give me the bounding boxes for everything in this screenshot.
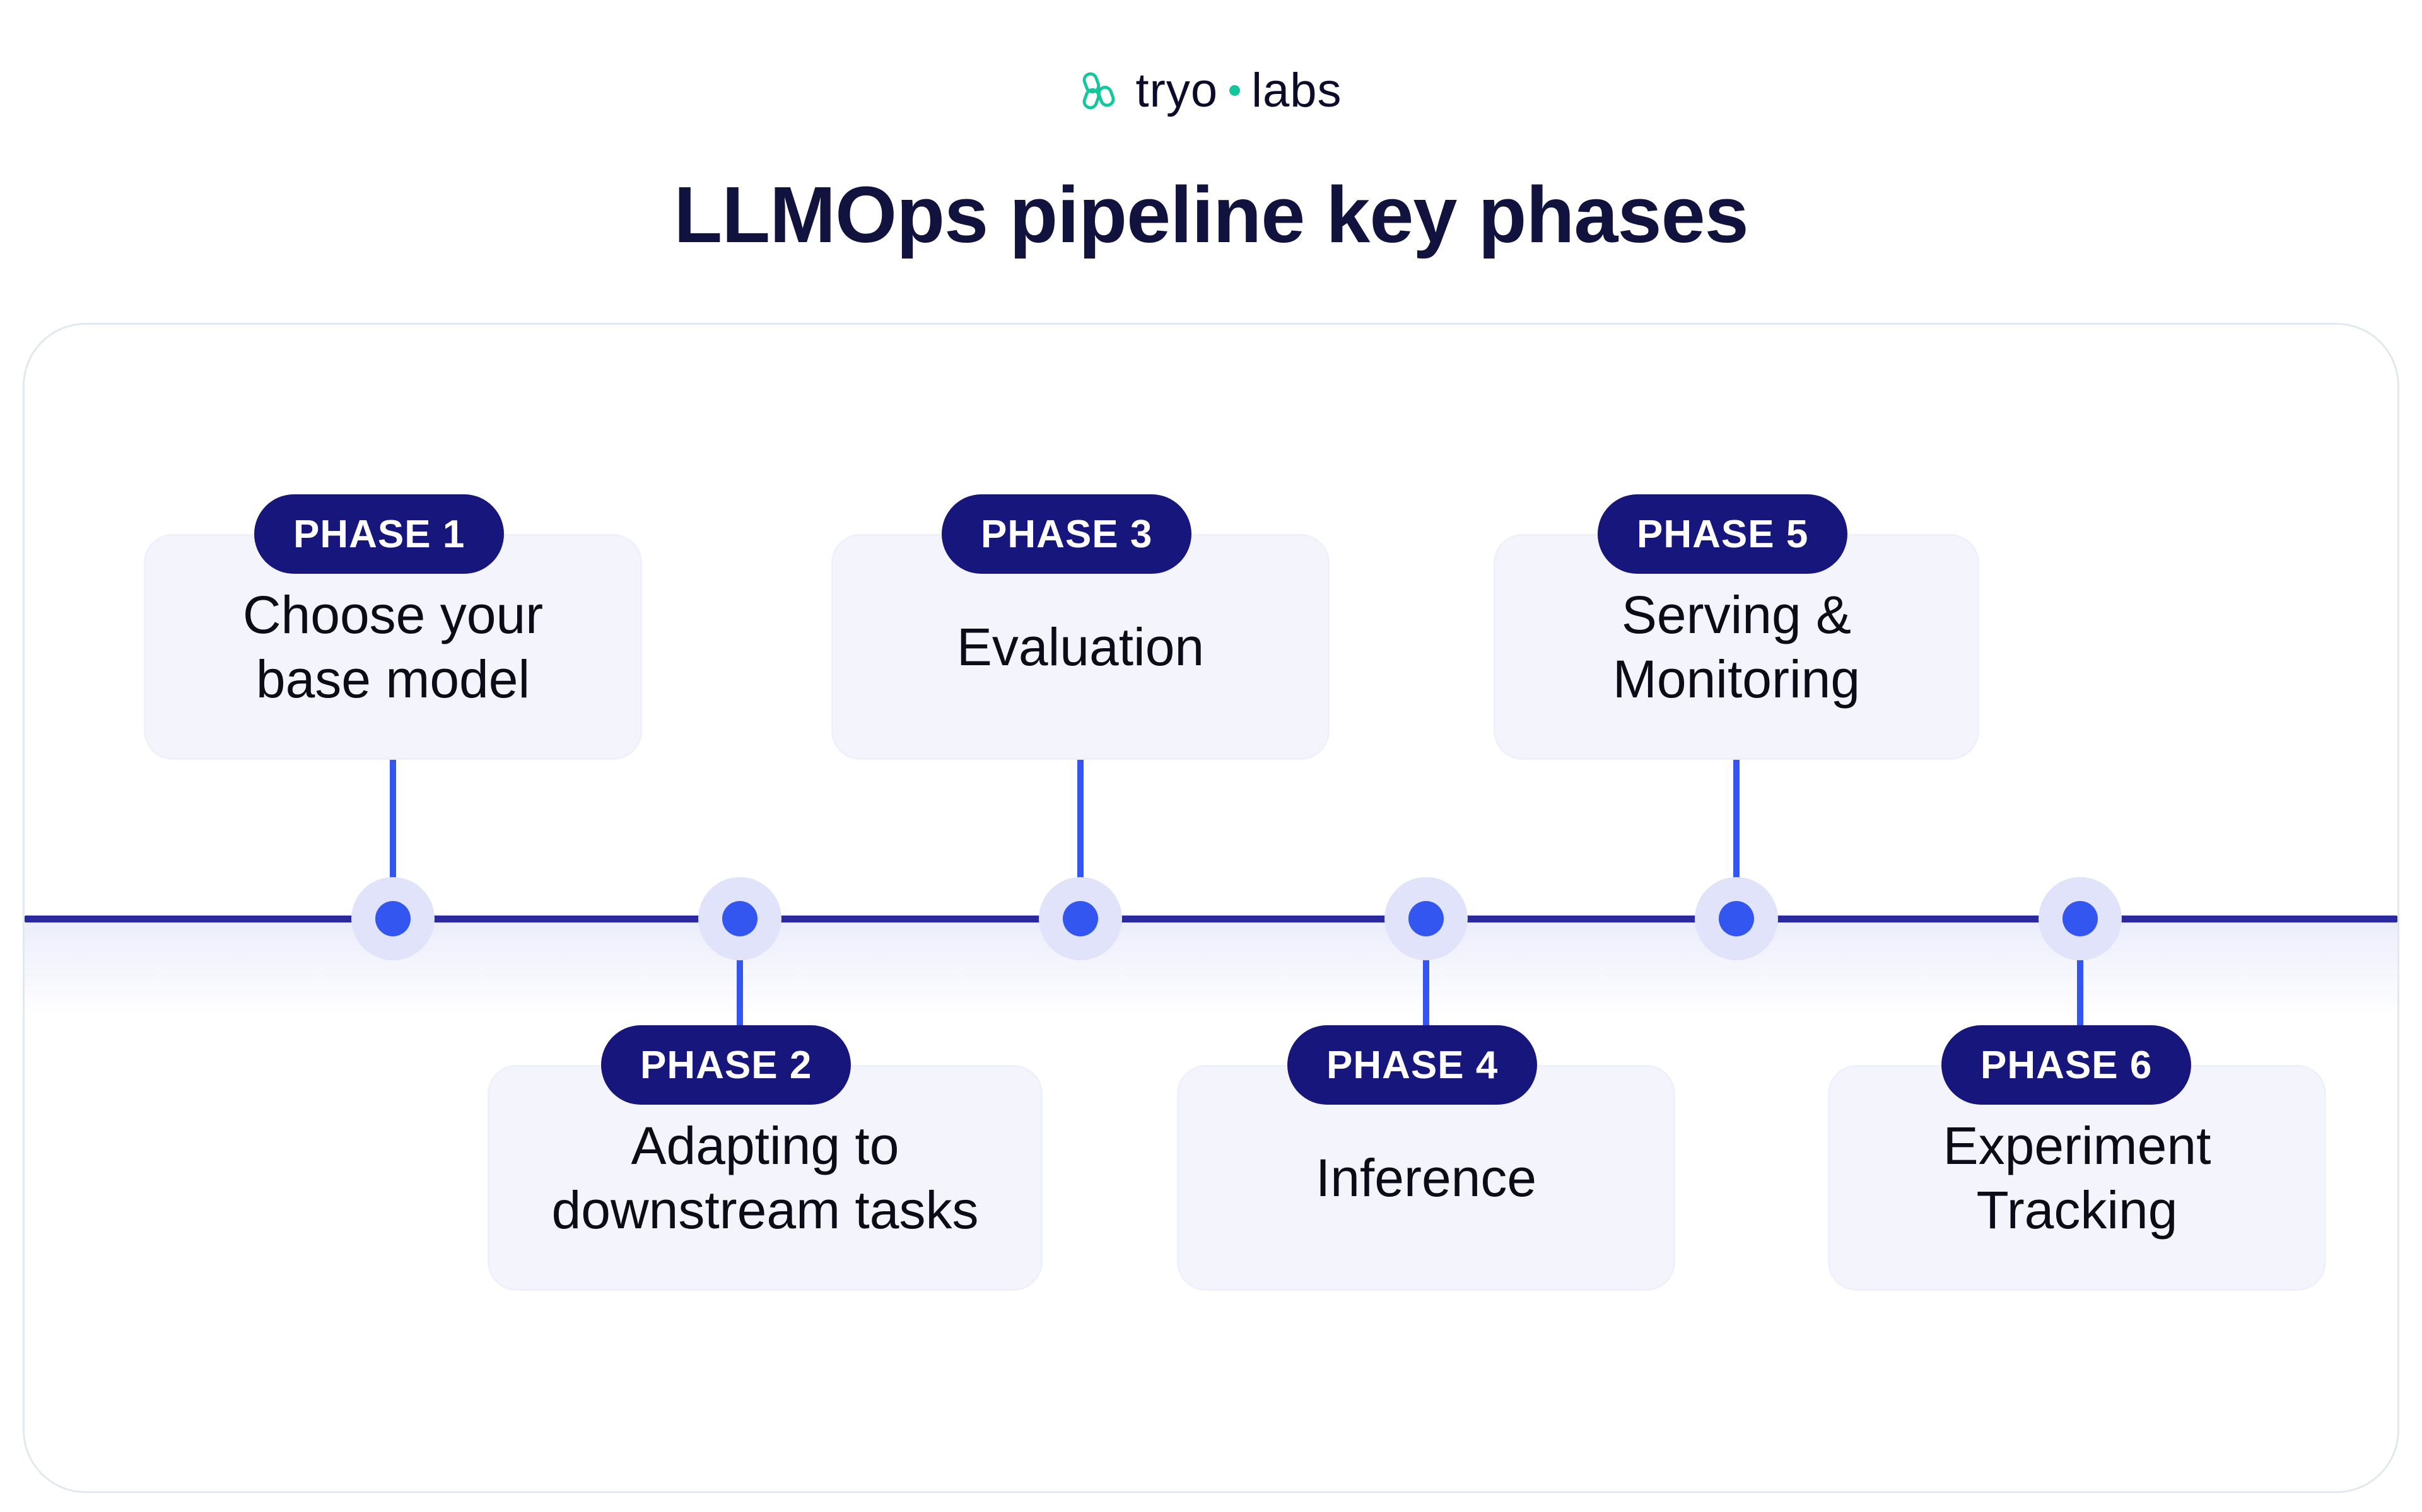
phase-badge-label-5: PHASE 5 xyxy=(1637,512,1809,556)
timeline-dot-3[interactable] xyxy=(1063,901,1098,936)
phase-badge-label-2: PHASE 2 xyxy=(640,1043,812,1087)
timeline-dot-halo-1 xyxy=(351,877,435,960)
brand-separator-dot-icon xyxy=(1229,85,1241,96)
phase-badge-label-4: PHASE 4 xyxy=(1326,1043,1499,1087)
timeline-dot-2[interactable] xyxy=(722,901,758,936)
timeline-panel: Choose your base model PHASE 1 Adapting to d… xyxy=(23,323,2399,1493)
timeline-dot-halo-3 xyxy=(1039,877,1122,960)
timeline-dot-5[interactable] xyxy=(1719,901,1754,936)
phase-card-label-1: Choose your base model xyxy=(242,584,544,709)
timeline-dot-halo-6 xyxy=(2039,877,2122,960)
phase-badge-4[interactable]: PHASE 4 xyxy=(1287,1025,1538,1105)
phase-badge-5[interactable]: PHASE 5 xyxy=(1598,494,1848,574)
tryolabs-mark-icon xyxy=(1083,72,1115,109)
phase-badge-label-3: PHASE 3 xyxy=(981,512,1153,556)
phase-card-label-6: Experiment Tracking xyxy=(1943,1115,2211,1240)
phase-card-label-3: Evaluation xyxy=(956,617,1205,677)
brand-logo: tryo labs xyxy=(0,63,2422,118)
phase-badge-6[interactable]: PHASE 6 xyxy=(1941,1025,2192,1105)
phase-badge-label-6: PHASE 6 xyxy=(1980,1043,2153,1087)
brand-name-primary: tryo xyxy=(1135,64,1219,117)
timeline-dot-halo-4 xyxy=(1384,877,1468,960)
phase-badge-label-1: PHASE 1 xyxy=(293,512,465,556)
phase-card-label-4: Inference xyxy=(1315,1148,1537,1207)
phase-badge-2[interactable]: PHASE 2 xyxy=(601,1025,851,1105)
timeline-dot-halo-2 xyxy=(698,877,781,960)
brand-name-secondary: labs xyxy=(1251,64,1342,117)
phase-badge-1[interactable]: PHASE 1 xyxy=(254,494,505,574)
phase-card-label-5: Serving & Monitoring xyxy=(1612,584,1861,709)
phase-card-label-2: Adapting to downstream tasks xyxy=(551,1115,979,1240)
page-title: LLMOps pipeline key phases xyxy=(674,170,1749,259)
timeline-dot-1[interactable] xyxy=(375,901,411,936)
diagram-page: tryo labs LLMOps pipeline key phases Cho… xyxy=(0,0,2422,1512)
phase-badge-3[interactable]: PHASE 3 xyxy=(942,494,1192,574)
timeline-dot-6[interactable] xyxy=(2062,901,2098,936)
timeline-dot-4[interactable] xyxy=(1408,901,1444,936)
timeline-dot-halo-5 xyxy=(1695,877,1778,960)
brand-wordmark: tryo labs xyxy=(1135,63,1342,118)
